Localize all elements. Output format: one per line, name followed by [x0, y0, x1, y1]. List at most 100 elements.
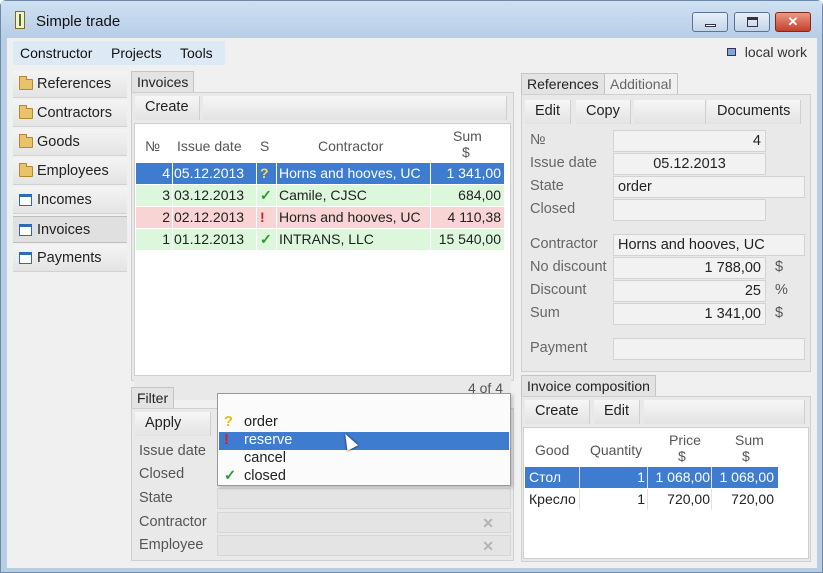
sidebar-item-incomes[interactable]: Incomes [13, 187, 127, 214]
cell-divider [256, 185, 257, 206]
column-header-no[interactable]: № [145, 138, 160, 154]
column-header-sum[interactable]: Sum [453, 128, 482, 144]
cell-price: 1 068,00 [655, 469, 711, 485]
menu-constructor[interactable]: Constructor [20, 45, 92, 61]
edit-button[interactable]: Edit [525, 100, 571, 124]
maximize-icon [747, 17, 758, 27]
column-header-state[interactable]: S [260, 138, 269, 154]
document-icon [19, 224, 32, 236]
sidebar-item-contractors[interactable]: Contractors [13, 100, 127, 127]
field-issue-date[interactable]: 05.12.2013 [613, 153, 766, 175]
connection-status[interactable]: local work [726, 44, 807, 60]
label-issue-date: Issue date [530, 155, 597, 171]
label-closed: Closed [530, 201, 576, 217]
composition-table: Good Quantity Price $ Sum $ Стол 1 1 068,0… [523, 427, 809, 559]
menu-tools[interactable]: Tools [180, 45, 213, 61]
cell-sum: 15 540,00 [438, 231, 501, 247]
title-bar[interactable]: Simple trade ✕ [1, 1, 822, 39]
sidebar-item-employees[interactable]: Employees [13, 158, 127, 185]
field-discount[interactable]: 25 [613, 280, 766, 302]
state-option-cancel[interactable]: cancel [219, 450, 509, 468]
column-header-sum[interactable]: Sum [735, 432, 764, 448]
sidebar-item-label: Incomes [37, 192, 92, 208]
cell-divider [172, 207, 173, 228]
tab-invoice-composition[interactable]: Invoice composition [521, 375, 656, 396]
toolbar-spacer [634, 100, 706, 124]
cell-no: 3 [162, 187, 170, 203]
contractor-filter-field[interactable]: ✕ [217, 512, 511, 533]
column-header-good[interactable]: Good [535, 442, 569, 458]
filter-label-closed: Closed [139, 466, 185, 482]
field-payment[interactable] [613, 338, 805, 360]
field-contractor[interactable]: Horns and hooves, UC [613, 234, 805, 256]
cell-divider [276, 163, 277, 184]
column-header-quantity[interactable]: Quantity [590, 442, 642, 458]
sidebar-item-references[interactable]: References [13, 71, 127, 98]
field-state[interactable]: order [613, 176, 805, 198]
field-no-discount[interactable]: 1 788,00 [613, 257, 766, 279]
table-row[interactable]: Кресло 1 720,00 720,00 [525, 489, 778, 510]
field-closed[interactable] [613, 199, 766, 221]
invoices-table: № Issue date S Contractor Sum $ 4 05.12.2… [134, 123, 511, 376]
table-row[interactable]: 1 01.12.2013 ✓ INTRANS, LLC 15 540,00 [136, 229, 504, 250]
apply-filter-button[interactable]: Apply [135, 412, 211, 436]
option-label: cancel [244, 450, 286, 466]
close-button[interactable]: ✕ [775, 12, 811, 32]
sidebar-item-label: Contractors [37, 105, 112, 121]
column-header-date[interactable]: Issue date [177, 138, 242, 154]
cell-sum: 684,00 [458, 187, 501, 203]
tab-references[interactable]: References [521, 73, 605, 94]
table-row[interactable]: Стол 1 1 068,00 1 068,00 [525, 467, 778, 488]
menu-projects[interactable]: Projects [111, 45, 162, 61]
edit-line-button[interactable]: Edit [594, 400, 640, 424]
clear-icon[interactable]: ✕ [482, 538, 494, 555]
label-no-discount: No discount [530, 259, 607, 275]
cell-divider [256, 163, 257, 184]
state-option-closed[interactable]: ✓ closed [219, 468, 509, 486]
cell-divider [172, 163, 173, 184]
unit-percent: % [775, 282, 788, 298]
clear-icon[interactable]: ✕ [482, 515, 494, 532]
option-label: reserve [244, 432, 293, 448]
state-option-order[interactable]: ? order [219, 414, 509, 432]
field-sum[interactable]: 1 341,00 [613, 303, 766, 325]
state-select[interactable] [217, 488, 511, 509]
cell-contractor: Horns and hooves, UC [279, 209, 421, 225]
field-no[interactable]: 4 [613, 130, 766, 152]
documents-button[interactable]: Documents [707, 100, 802, 124]
maximize-button[interactable] [734, 12, 770, 32]
employee-filter-field[interactable]: ✕ [217, 535, 511, 556]
cell-sum: 720,00 [731, 491, 774, 507]
sidebar-item-goods[interactable]: Goods [13, 129, 127, 156]
tab-filter[interactable]: Filter [131, 387, 175, 408]
tab-additional[interactable]: Additional [604, 73, 678, 94]
cell-no: 1 [162, 231, 170, 247]
folder-icon [19, 76, 33, 90]
app-icon [15, 11, 25, 29]
state-option-reserve[interactable]: ! reserve [219, 432, 509, 450]
filter-label-employee: Employee [139, 537, 204, 553]
column-header-price[interactable]: Price [669, 432, 701, 448]
sidebar-item-label: Goods [37, 134, 80, 150]
table-row[interactable]: 2 02.12.2013! Horns and hooves, UC 4 110,38 [136, 207, 504, 228]
close-icon: ✕ [787, 14, 799, 29]
create-line-button[interactable]: Create [525, 400, 590, 424]
column-header-sum-unit: $ [742, 448, 750, 464]
cell-divider [647, 489, 648, 510]
create-invoice-button[interactable]: Create [135, 96, 200, 120]
column-header-contractor[interactable]: Contractor [318, 138, 383, 154]
tab-invoices[interactable]: Invoices [131, 71, 195, 92]
table-row[interactable]: 3 03.12.2013 ✓ Camile, CJSC 684,00 [136, 185, 504, 206]
cell-divider [430, 185, 431, 206]
table-row[interactable]: 4 05.12.2013? Horns and hooves, UC 1 341,00 [136, 163, 504, 184]
cell-divider [276, 229, 277, 250]
sidebar-item-invoices[interactable]: Invoices [13, 216, 127, 243]
minimize-button[interactable] [692, 12, 728, 32]
exclamation-icon: ! [224, 432, 229, 448]
filter-label-contractor: Contractor [139, 514, 207, 530]
label-no: № [530, 132, 546, 148]
copy-button[interactable]: Copy [576, 100, 631, 124]
checkmark-icon: ✓ [224, 468, 237, 484]
sidebar-item-payments[interactable]: Payments [13, 245, 127, 272]
window-title: Simple trade [36, 13, 121, 30]
